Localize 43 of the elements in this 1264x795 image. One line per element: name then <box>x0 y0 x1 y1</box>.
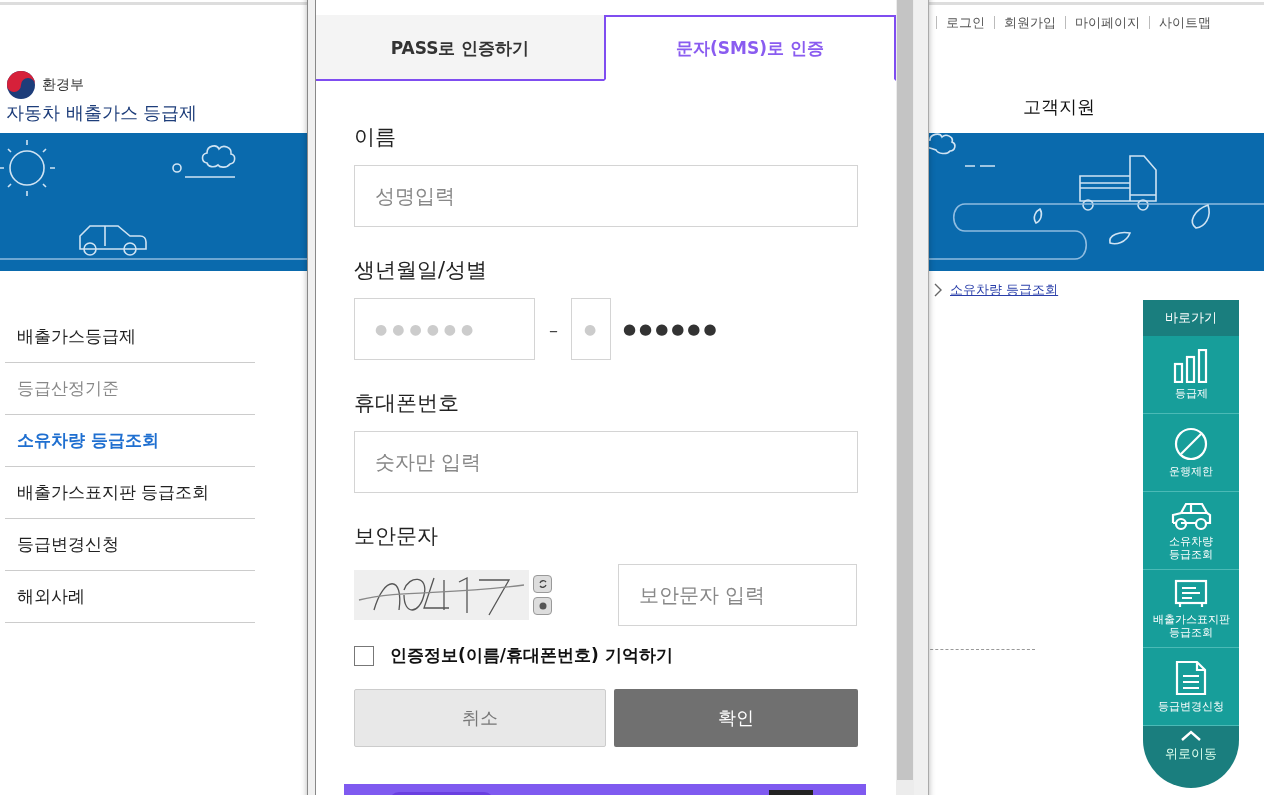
gender-digit-field[interactable]: ● <box>571 298 611 360</box>
ministry-name: 환경부 <box>42 76 84 94</box>
chevron-icon <box>934 283 942 297</box>
field-label: 휴대폰번호 <box>354 390 460 417</box>
car-icon <box>1170 500 1212 531</box>
tab[interactable]: 문자(SMS)로 인증 <box>604 15 896 81</box>
field-label: 이름 <box>354 124 397 151</box>
masked-digits: ●●●●●● <box>623 320 720 338</box>
site-title[interactable]: 자동차 배출가스 등급제 <box>6 101 198 125</box>
signboard-icon <box>1174 578 1208 609</box>
checkbox[interactable] <box>354 645 374 666</box>
sidebar-item[interactable]: 배출가스표지판 등급조회 <box>5 467 255 519</box>
emblem-icon <box>6 70 36 100</box>
phone-field[interactable]: 숫자만 입력 <box>354 431 858 493</box>
nav-menu-item[interactable]: 고객지원 <box>1023 95 1096 119</box>
sidebar-item[interactable]: 소유차량 등급조회 <box>5 415 255 467</box>
captcha-field[interactable]: 보안문자 입력 <box>618 564 857 626</box>
birthdate-field[interactable]: ●●●●●● <box>354 298 535 360</box>
header-link[interactable]: 회원가입 <box>994 15 1065 29</box>
breadcrumb-link[interactable]: 소유차량 등급조회 <box>950 281 1059 299</box>
prohibition-icon <box>1174 427 1208 461</box>
tab[interactable]: PASS로 인증하기 <box>316 15 604 81</box>
caret-up-icon <box>1181 730 1201 741</box>
field-label: 생년월일/성별 <box>354 257 489 284</box>
confirm-button[interactable]: 확인 <box>613 689 858 747</box>
header-link[interactable]: 마이페이지 <box>1065 15 1149 29</box>
sidebar-item[interactable]: 등급변경신청 <box>5 519 255 571</box>
refresh-button[interactable] <box>533 575 552 593</box>
audio-button[interactable] <box>533 597 552 615</box>
checkbox-label[interactable]: 인증정보(이름/휴대폰번호) 기억하기 <box>390 644 673 667</box>
sidebar-item[interactable]: 해외사례 <box>5 571 255 623</box>
document-icon <box>1175 660 1207 696</box>
name-field[interactable]: 성명입력 <box>354 165 858 227</box>
cancel-button[interactable]: 취소 <box>354 689 606 747</box>
header-link[interactable]: 로그인 <box>936 15 994 29</box>
quick-menu-title: 바로가기 <box>1143 300 1239 336</box>
scroll-top-button[interactable]: 위로이동 <box>1143 726 1239 788</box>
field-label: 보안문자 <box>354 523 439 550</box>
separator-dash: – <box>549 318 558 340</box>
sidebar-item[interactable]: 배출가스등급제 <box>5 311 255 363</box>
sidebar-item[interactable]: 등급산정기준 <box>5 363 255 415</box>
header-link[interactable]: 사이트맵 <box>1149 15 1220 29</box>
bar-chart-icon <box>1173 349 1209 383</box>
